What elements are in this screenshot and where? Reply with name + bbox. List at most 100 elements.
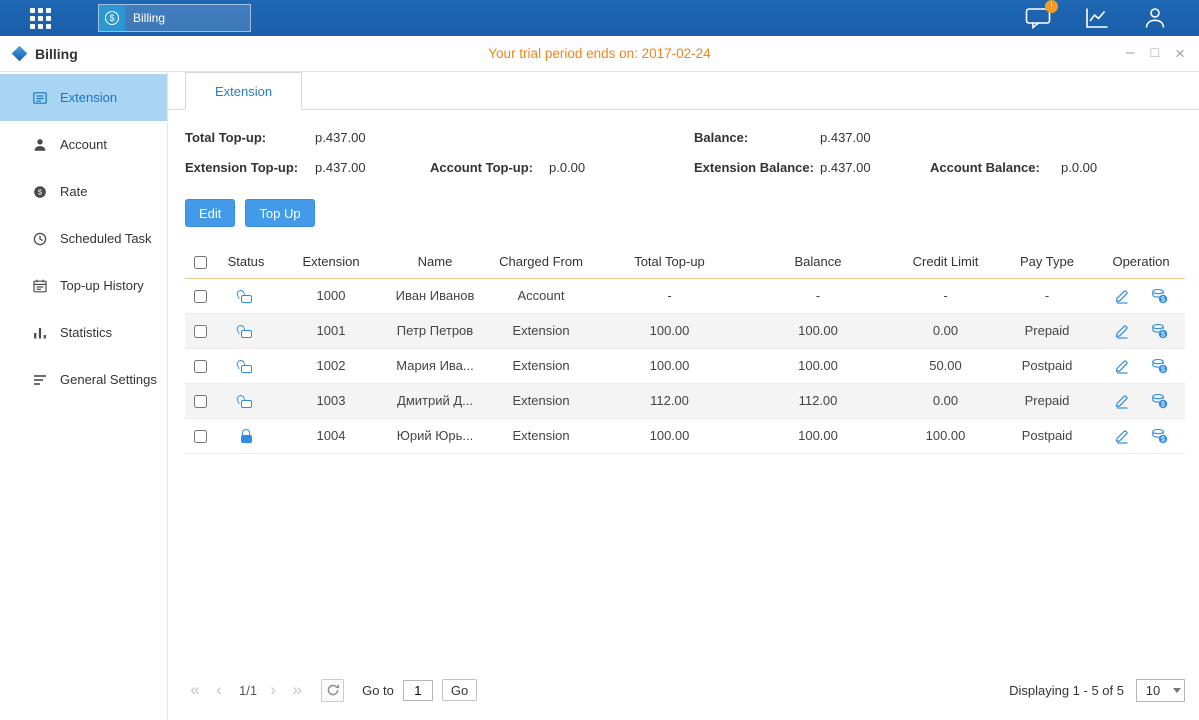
cell-pay-type: Postpaid bbox=[997, 418, 1097, 453]
status-lock-icon[interactable] bbox=[238, 288, 254, 304]
table-row[interactable]: 1004 Юрий Юрь... Extension 100.00 100.00… bbox=[185, 418, 1185, 453]
cell-credit-limit: 0.00 bbox=[894, 313, 997, 348]
sidebar-item-label: Top-up History bbox=[60, 278, 144, 293]
cell-pay-type: Postpaid bbox=[997, 348, 1097, 383]
user-icon[interactable] bbox=[1143, 7, 1167, 29]
billing-dollar-icon bbox=[99, 5, 125, 31]
topbar-tab-label: Billing bbox=[133, 11, 165, 25]
chat-icon[interactable]: ! bbox=[1025, 7, 1051, 29]
column-header-name: Name bbox=[385, 245, 485, 278]
cell-charged-from: Extension bbox=[485, 418, 597, 453]
cell-name: Дмитрий Д... bbox=[385, 383, 485, 418]
topup-coins-icon[interactable]: $ bbox=[1151, 323, 1168, 339]
tab-extension[interactable]: Extension bbox=[185, 72, 302, 110]
sidebar-item-topup-history[interactable]: Top-up History bbox=[0, 262, 167, 309]
cell-name: Мария Ива... bbox=[385, 348, 485, 383]
trial-notice: Your trial period ends on: 2017-02-24 bbox=[0, 46, 1199, 61]
select-all-checkbox[interactable] bbox=[194, 256, 207, 269]
summary-label: Balance: bbox=[694, 130, 820, 145]
clock-icon bbox=[31, 231, 48, 247]
go-button[interactable]: Go bbox=[442, 679, 477, 701]
close-icon[interactable] bbox=[1175, 45, 1185, 62]
summary-label: Extension Top-up: bbox=[185, 160, 315, 175]
sidebar-item-general-settings[interactable]: General Settings bbox=[0, 356, 167, 403]
sliders-icon bbox=[31, 372, 48, 388]
summary-balance: Balance: p.437.00 bbox=[694, 130, 930, 145]
displaying-text: Displaying 1 - 5 of 5 bbox=[1009, 683, 1124, 698]
refresh-icon[interactable] bbox=[321, 679, 344, 702]
previous-page-icon[interactable] bbox=[209, 679, 229, 701]
table-row[interactable]: 1000 Иван Иванов Account - - - - $ bbox=[185, 278, 1185, 313]
cell-extension: 1002 bbox=[277, 348, 385, 383]
cell-balance: 100.00 bbox=[742, 418, 894, 453]
topbar-tab-billing[interactable]: Billing bbox=[98, 4, 251, 32]
apps-grid-icon[interactable] bbox=[30, 8, 51, 29]
status-lock-icon[interactable] bbox=[238, 323, 254, 339]
row-checkbox[interactable] bbox=[194, 360, 207, 373]
billing-summary: Total Top-up: p.437.00 Balance: p.437.00… bbox=[168, 110, 1199, 175]
summary-label: Total Top-up: bbox=[185, 130, 315, 145]
table-header-row: Status Extension Name Charged From Total… bbox=[185, 245, 1185, 278]
row-checkbox[interactable] bbox=[194, 290, 207, 303]
top-up-button[interactable]: Top Up bbox=[245, 199, 314, 227]
row-checkbox[interactable] bbox=[194, 430, 207, 443]
sidebar-item-account[interactable]: Account bbox=[0, 121, 167, 168]
goto-label: Go to bbox=[362, 683, 394, 698]
maximize-icon[interactable] bbox=[1151, 45, 1159, 62]
summary-value: p.437.00 bbox=[315, 130, 366, 145]
edit-button[interactable]: Edit bbox=[185, 199, 235, 227]
first-page-icon[interactable] bbox=[185, 679, 205, 701]
cell-extension: 1003 bbox=[277, 383, 385, 418]
status-lock-icon[interactable] bbox=[238, 358, 254, 374]
cell-extension: 1004 bbox=[277, 418, 385, 453]
goto-page-input[interactable] bbox=[403, 680, 433, 701]
status-lock-icon[interactable] bbox=[238, 428, 254, 444]
cell-credit-limit: 50.00 bbox=[894, 348, 997, 383]
summary-value: p.437.00 bbox=[820, 160, 871, 175]
chevron-down-icon bbox=[1169, 680, 1184, 701]
column-header-balance: Balance bbox=[742, 245, 894, 278]
sidebar-item-extension[interactable]: Extension bbox=[0, 74, 167, 121]
table-row[interactable]: 1002 Мария Ива... Extension 100.00 100.0… bbox=[185, 348, 1185, 383]
line-chart-icon[interactable] bbox=[1085, 7, 1109, 29]
topup-coins-icon[interactable]: $ bbox=[1151, 393, 1168, 409]
topup-coins-icon[interactable]: $ bbox=[1151, 288, 1168, 304]
cell-charged-from: Account bbox=[485, 278, 597, 313]
page-size-select[interactable]: 10 bbox=[1136, 679, 1185, 702]
cell-total-topup: 100.00 bbox=[597, 348, 742, 383]
summary-total-topup: Total Top-up: p.437.00 bbox=[185, 130, 430, 145]
table-row[interactable]: 1001 Петр Петров Extension 100.00 100.00… bbox=[185, 313, 1185, 348]
row-checkbox[interactable] bbox=[194, 395, 207, 408]
last-page-icon[interactable] bbox=[287, 679, 307, 701]
summary-extension-balance: Extension Balance: p.437.00 bbox=[694, 160, 930, 175]
page-size-value: 10 bbox=[1137, 683, 1169, 698]
row-checkbox[interactable] bbox=[194, 325, 207, 338]
topup-coins-icon[interactable]: $ bbox=[1151, 428, 1168, 444]
edit-pencil-icon[interactable] bbox=[1114, 323, 1130, 339]
window-controls bbox=[1118, 45, 1185, 62]
next-page-icon[interactable] bbox=[263, 679, 283, 701]
edit-pencil-icon[interactable] bbox=[1114, 393, 1130, 409]
minimize-icon[interactable] bbox=[1126, 45, 1135, 62]
edit-pencil-icon[interactable] bbox=[1114, 358, 1130, 374]
edit-pencil-icon[interactable] bbox=[1114, 288, 1130, 304]
cell-charged-from: Extension bbox=[485, 313, 597, 348]
cell-total-topup: - bbox=[597, 278, 742, 313]
status-lock-icon[interactable] bbox=[238, 393, 254, 409]
summary-spacer bbox=[930, 130, 1182, 145]
sidebar-item-rate[interactable]: $ Rate bbox=[0, 168, 167, 215]
cell-total-topup: 112.00 bbox=[597, 383, 742, 418]
sidebar-item-statistics[interactable]: Statistics bbox=[0, 309, 167, 356]
summary-account-topup: Account Top-up: p.0.00 bbox=[430, 160, 694, 175]
topbar-right-icons: ! bbox=[1025, 7, 1167, 29]
summary-label: Account Balance: bbox=[930, 160, 1061, 175]
notification-badge: ! bbox=[1045, 0, 1058, 13]
table-row[interactable]: 1003 Дмитрий Д... Extension 112.00 112.0… bbox=[185, 383, 1185, 418]
cell-extension: 1000 bbox=[277, 278, 385, 313]
sidebar-item-scheduled-task[interactable]: Scheduled Task bbox=[0, 215, 167, 262]
coin-icon: $ bbox=[31, 184, 48, 200]
edit-pencil-icon[interactable] bbox=[1114, 428, 1130, 444]
topup-coins-icon[interactable]: $ bbox=[1151, 358, 1168, 374]
cell-pay-type: Prepaid bbox=[997, 313, 1097, 348]
sidebar-item-label: Scheduled Task bbox=[60, 231, 152, 246]
